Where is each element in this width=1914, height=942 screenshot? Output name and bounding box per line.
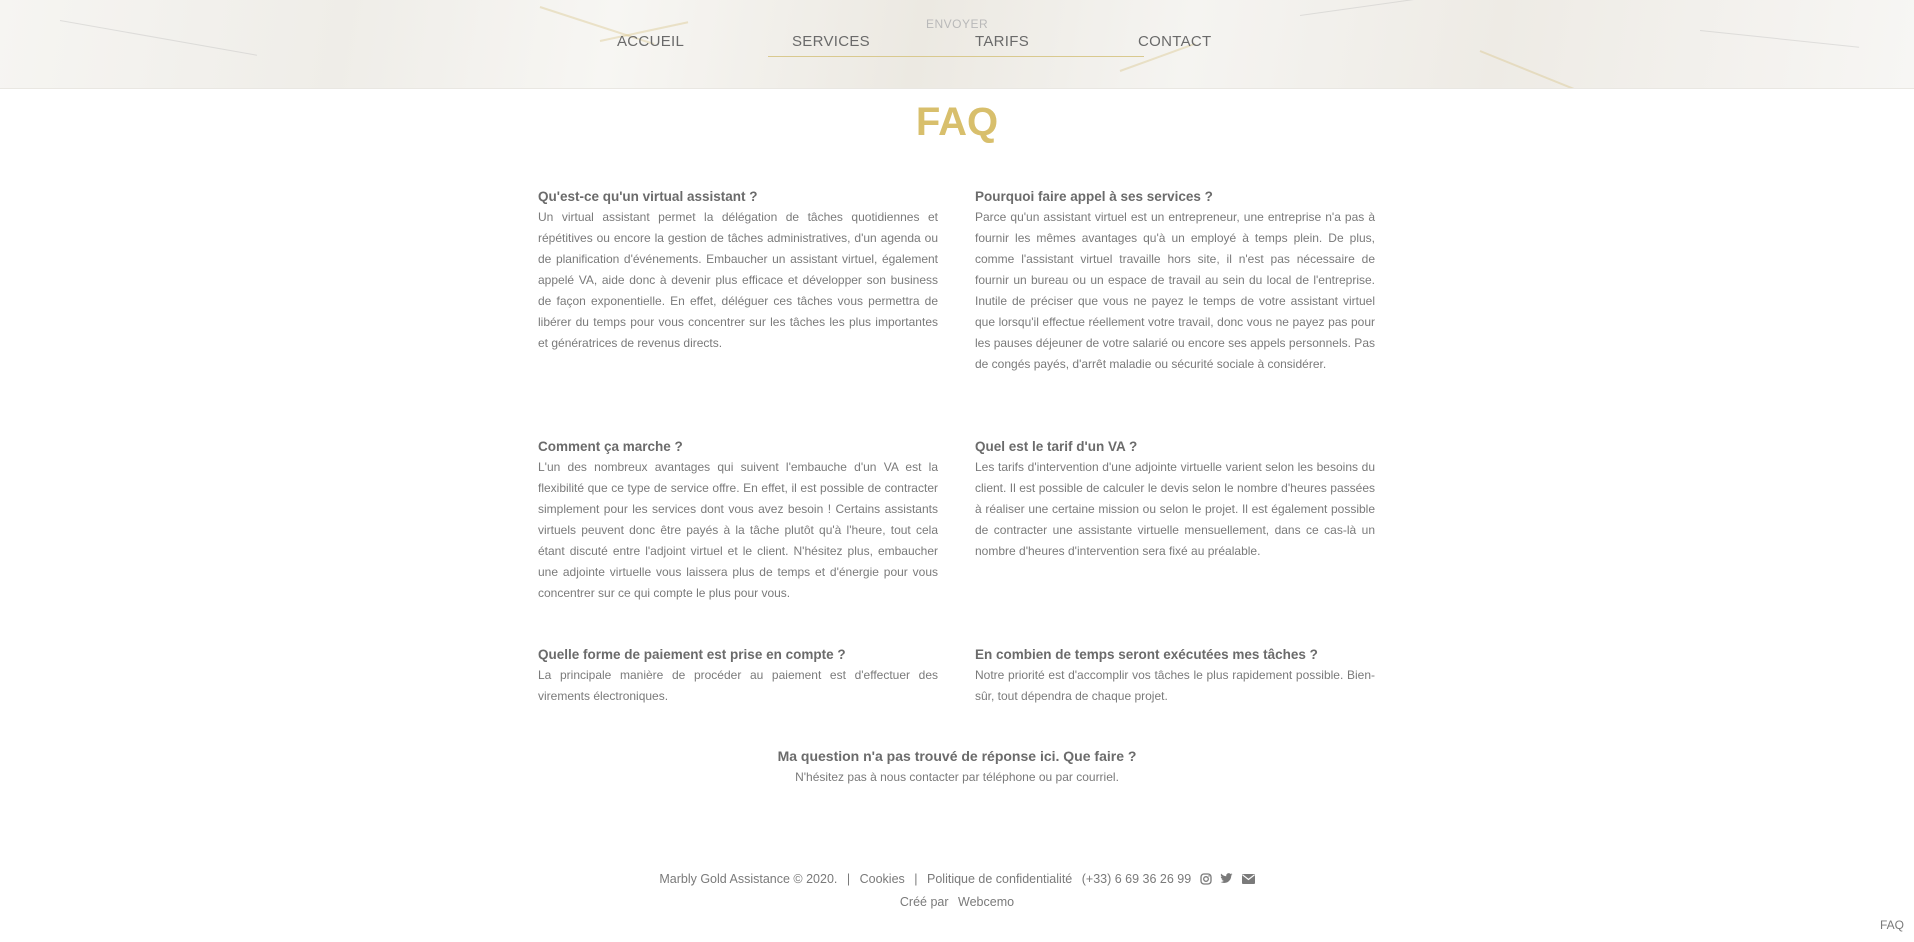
faq-answer: L'un des nombreux avantages qui suivent … [538,460,938,600]
cta-question: Ma question n'a pas trouvé de réponse ic… [777,748,1137,764]
faq-question: Comment ça marche ? [538,439,683,454]
privacy-link[interactable]: Politique de confidentialité [927,872,1072,886]
nav-accueil[interactable]: ACCUEIL [617,33,684,50]
created-by-text: Créé par [899,894,949,909]
faq-item: Qu'est-ce qu'un virtual assistant ? Un v… [538,187,938,354]
faq-item: Comment ça marche ? L'un des nombreux av… [538,437,938,604]
corner-faq-label[interactable]: FAQ [1880,918,1904,932]
instagram-icon[interactable] [1200,873,1212,885]
faq-answer: La principale manière de procéder au pai… [538,668,938,703]
faq-answer: Les tarifs d'intervention d'une adjointe… [975,460,1375,558]
cookies-link[interactable]: Cookies [860,872,905,886]
faq-answer: Parce qu'un assistant virtuel est un ent… [975,210,1375,371]
footer-links: Marbly Gold Assistance © 2020. | Cookies… [0,871,1914,886]
copyright-text: Marbly Gold Assistance © 2020. [659,871,838,886]
agency-link[interactable]: Webcemo [958,895,1014,909]
marble-vein [1479,50,1583,88]
faq-question: Quel est le tarif d'un VA ? [975,439,1138,454]
nav-services[interactable]: SERVICES [792,33,870,50]
marble-vein [59,20,258,56]
cta-answer: N'hésitez pas à nous contacter par télép… [795,770,1119,784]
nav-underline [768,56,1144,57]
faq-item: Pourquoi faire appel à ses services ? Pa… [975,187,1375,375]
marble-vein [1699,30,1860,48]
faq-question: Pourquoi faire appel à ses services ? [975,189,1213,204]
faq-answer: Un virtual assistant permet la délégatio… [538,210,938,350]
phone-link[interactable]: (+33) 6 69 36 26 99 [1082,872,1191,886]
faq-question: Qu'est-ce qu'un virtual assistant ? [538,189,758,204]
faq-answer: Notre priorité est d'accomplir vos tâche… [975,668,1375,703]
page-title: FAQ [915,100,999,144]
footer-credit: Créé par Webcemo [0,894,1914,909]
faq-item: En combien de temps seront exécutées mes… [975,645,1375,707]
faq-item: Quel est le tarif d'un VA ? Les tarifs d… [975,437,1375,562]
nav-contact[interactable]: CONTACT [1138,33,1211,50]
twitter-icon[interactable] [1220,873,1233,884]
faq-question: Quelle forme de paiement est prise en co… [538,647,846,662]
marble-vein [1299,0,1479,16]
envelope-icon[interactable] [1241,873,1255,884]
faq-question: En combien de temps seront exécutées mes… [975,647,1318,662]
header-banner: ENVOYER ACCUEIL SERVICES TARIFS CONTACT [0,0,1914,89]
faq-item: Quelle forme de paiement est prise en co… [538,645,938,707]
footer-separator: | [846,871,851,886]
footer-separator: | [914,871,918,886]
envoyer-button[interactable]: ENVOYER [926,17,988,31]
nav-tarifs[interactable]: TARIFS [975,33,1029,50]
